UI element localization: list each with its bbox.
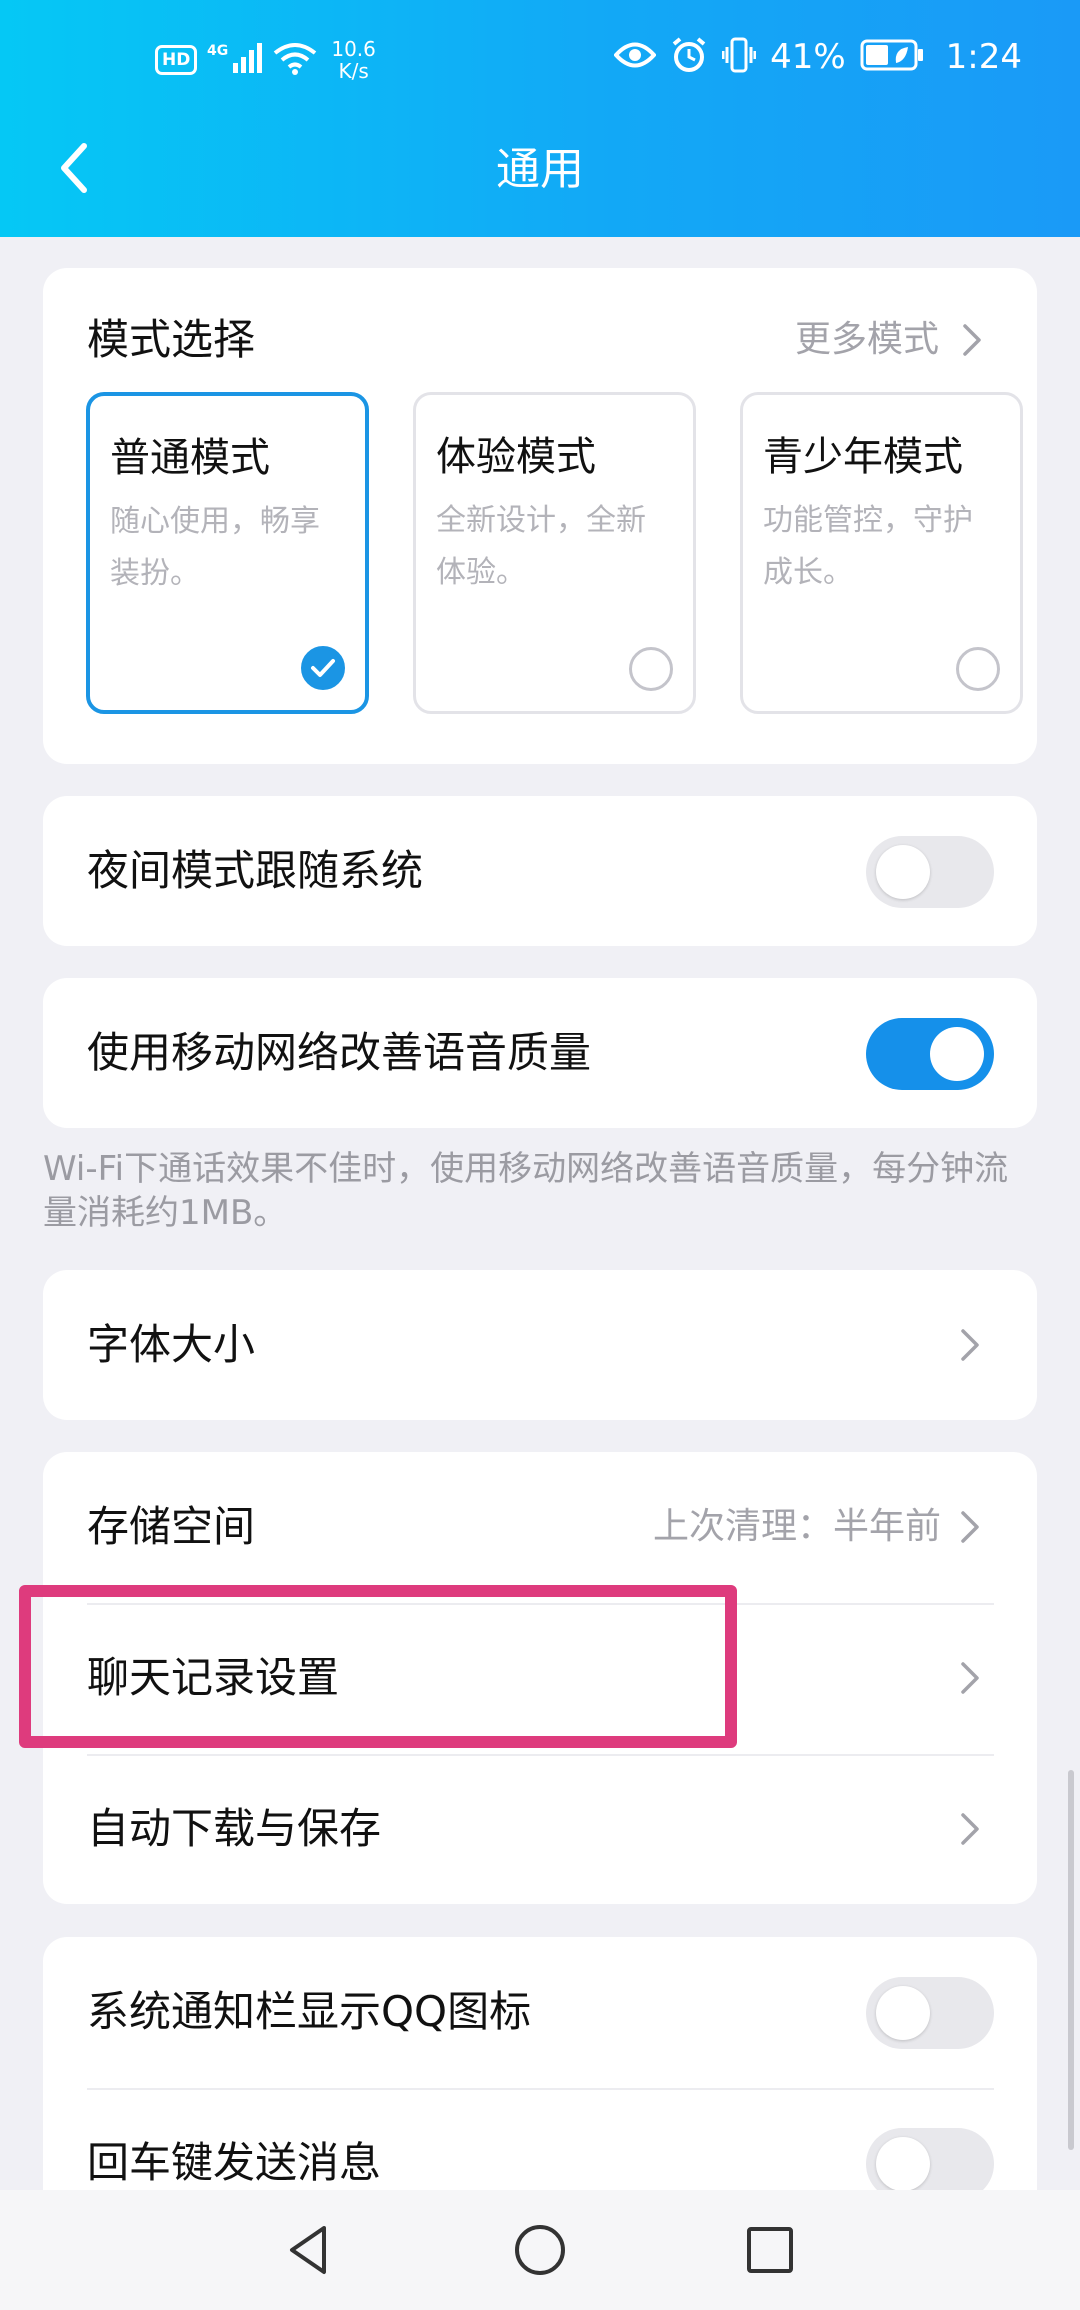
battery-percent: 41% — [770, 37, 846, 77]
hd-badge: HD — [155, 45, 198, 75]
mode-selection-card: 模式选择 更多模式 普通模式 随心使用，畅享装扮。 体验模式 全新设计，全新体验… — [43, 268, 1037, 764]
mode-section-title: 模式选择 — [87, 315, 256, 364]
mode-option-teen[interactable]: 青少年模式 功能管控，守护成长。 — [740, 392, 1023, 714]
radio-unchecked[interactable] — [956, 647, 1000, 691]
nav-home-button[interactable] — [510, 2220, 570, 2280]
chevron-right-icon — [961, 1662, 979, 1694]
more-modes-label: 更多模式 — [794, 319, 939, 360]
app-header: HD 4G 10.6 K/s 41% 1:24 通用 — [0, 0, 1080, 237]
auto-download-label: 自动下载与保存 — [87, 1804, 382, 1853]
chevron-right-icon — [963, 324, 981, 356]
signal-icon: 4G — [207, 41, 263, 79]
mode-desc: 功能管控，守护成长。 — [763, 503, 973, 590]
alarm-icon — [670, 36, 708, 78]
checkmark-icon — [311, 659, 335, 677]
auto-download-row[interactable]: 自动下载与保存 — [43, 1754, 1037, 1906]
mobile-network-voice-toggle[interactable] — [866, 1018, 994, 1090]
show-qq-icon-label: 系统通知栏显示QQ图标 — [87, 1987, 532, 2036]
show-qq-icon-toggle[interactable] — [866, 1977, 994, 2049]
mode-name: 普通模式 — [110, 435, 270, 481]
vibrate-icon — [721, 37, 757, 77]
toggle-knob — [930, 1027, 984, 1081]
mode-option-experience[interactable]: 体验模式 全新设计，全新体验。 — [413, 392, 696, 714]
more-modes-link[interactable]: 更多模式 — [795, 312, 983, 368]
toggle-knob — [876, 845, 930, 899]
speed-value: 10.6 — [331, 37, 376, 61]
speed-unit: K/s — [338, 59, 369, 83]
mode-desc: 全新设计，全新体验。 — [436, 503, 646, 590]
chevron-right-icon — [961, 1329, 979, 1361]
toggle-knob — [876, 2137, 930, 2191]
night-mode-label: 夜间模式跟随系统 — [87, 846, 424, 895]
night-mode-toggle[interactable] — [866, 836, 994, 908]
status-bar: HD 4G 10.6 K/s 41% 1:24 — [0, 30, 1080, 94]
battery-icon — [860, 39, 924, 75]
back-triangle-icon — [290, 2226, 326, 2274]
radio-checked[interactable] — [301, 646, 345, 690]
network-type-label: 4G — [207, 43, 228, 59]
enter-send-label: 回车键发送消息 — [87, 2138, 382, 2187]
font-size-label: 字体大小 — [87, 1320, 256, 1369]
status-right: 41% 1:24 — [613, 36, 1022, 78]
divider — [87, 2088, 994, 2090]
show-qq-icon-row[interactable]: 系统通知栏显示QQ图标 — [43, 1937, 1037, 2089]
storage-label: 存储空间 — [87, 1502, 256, 1551]
nav-recents-button[interactable] — [740, 2220, 800, 2280]
chevron-right-icon — [961, 1511, 979, 1543]
storage-row[interactable]: 存储空间 上次清理：半年前 — [43, 1452, 1037, 1604]
mobile-network-voice-label: 使用移动网络改善语音质量 — [87, 1028, 592, 1077]
page-title: 通用 — [496, 144, 584, 195]
network-speed: 10.6 K/s — [331, 38, 376, 82]
night-mode-row[interactable]: 夜间模式跟随系统 — [43, 796, 1037, 946]
storage-last-cleaned: 上次清理：半年前 — [652, 1506, 941, 1547]
home-circle-icon — [515, 2225, 565, 2275]
mode-option-normal[interactable]: 普通模式 随心使用，畅享装扮。 — [86, 392, 369, 714]
mobile-network-voice-row[interactable]: 使用移动网络改善语音质量 — [43, 978, 1037, 1128]
divider — [87, 1754, 994, 1756]
mode-desc: 随心使用，畅享装扮。 — [110, 504, 320, 591]
scrollbar-thumb[interactable] — [1068, 1770, 1074, 2150]
eye-icon — [613, 40, 657, 74]
status-left: HD 4G 10.6 K/s — [155, 38, 376, 82]
chevron-right-icon — [961, 1813, 979, 1845]
toggle-knob — [876, 1986, 930, 2040]
system-nav-bar — [0, 2190, 1080, 2310]
highlight-annotation-box — [19, 1585, 737, 1748]
font-size-row[interactable]: 字体大小 — [43, 1270, 1037, 1420]
nav-back-button[interactable] — [280, 2220, 340, 2280]
radio-unchecked[interactable] — [629, 647, 673, 691]
wifi-icon — [273, 41, 317, 79]
clock: 1:24 — [945, 37, 1022, 77]
recents-square-icon — [747, 2227, 793, 2273]
mode-name: 体验模式 — [436, 434, 596, 480]
mode-name: 青少年模式 — [763, 434, 963, 480]
mobile-network-note: Wi-Fi下通话效果不佳时，使用移动网络改善语音质量，每分钟流量消耗约1MB。 — [43, 1149, 1009, 1233]
